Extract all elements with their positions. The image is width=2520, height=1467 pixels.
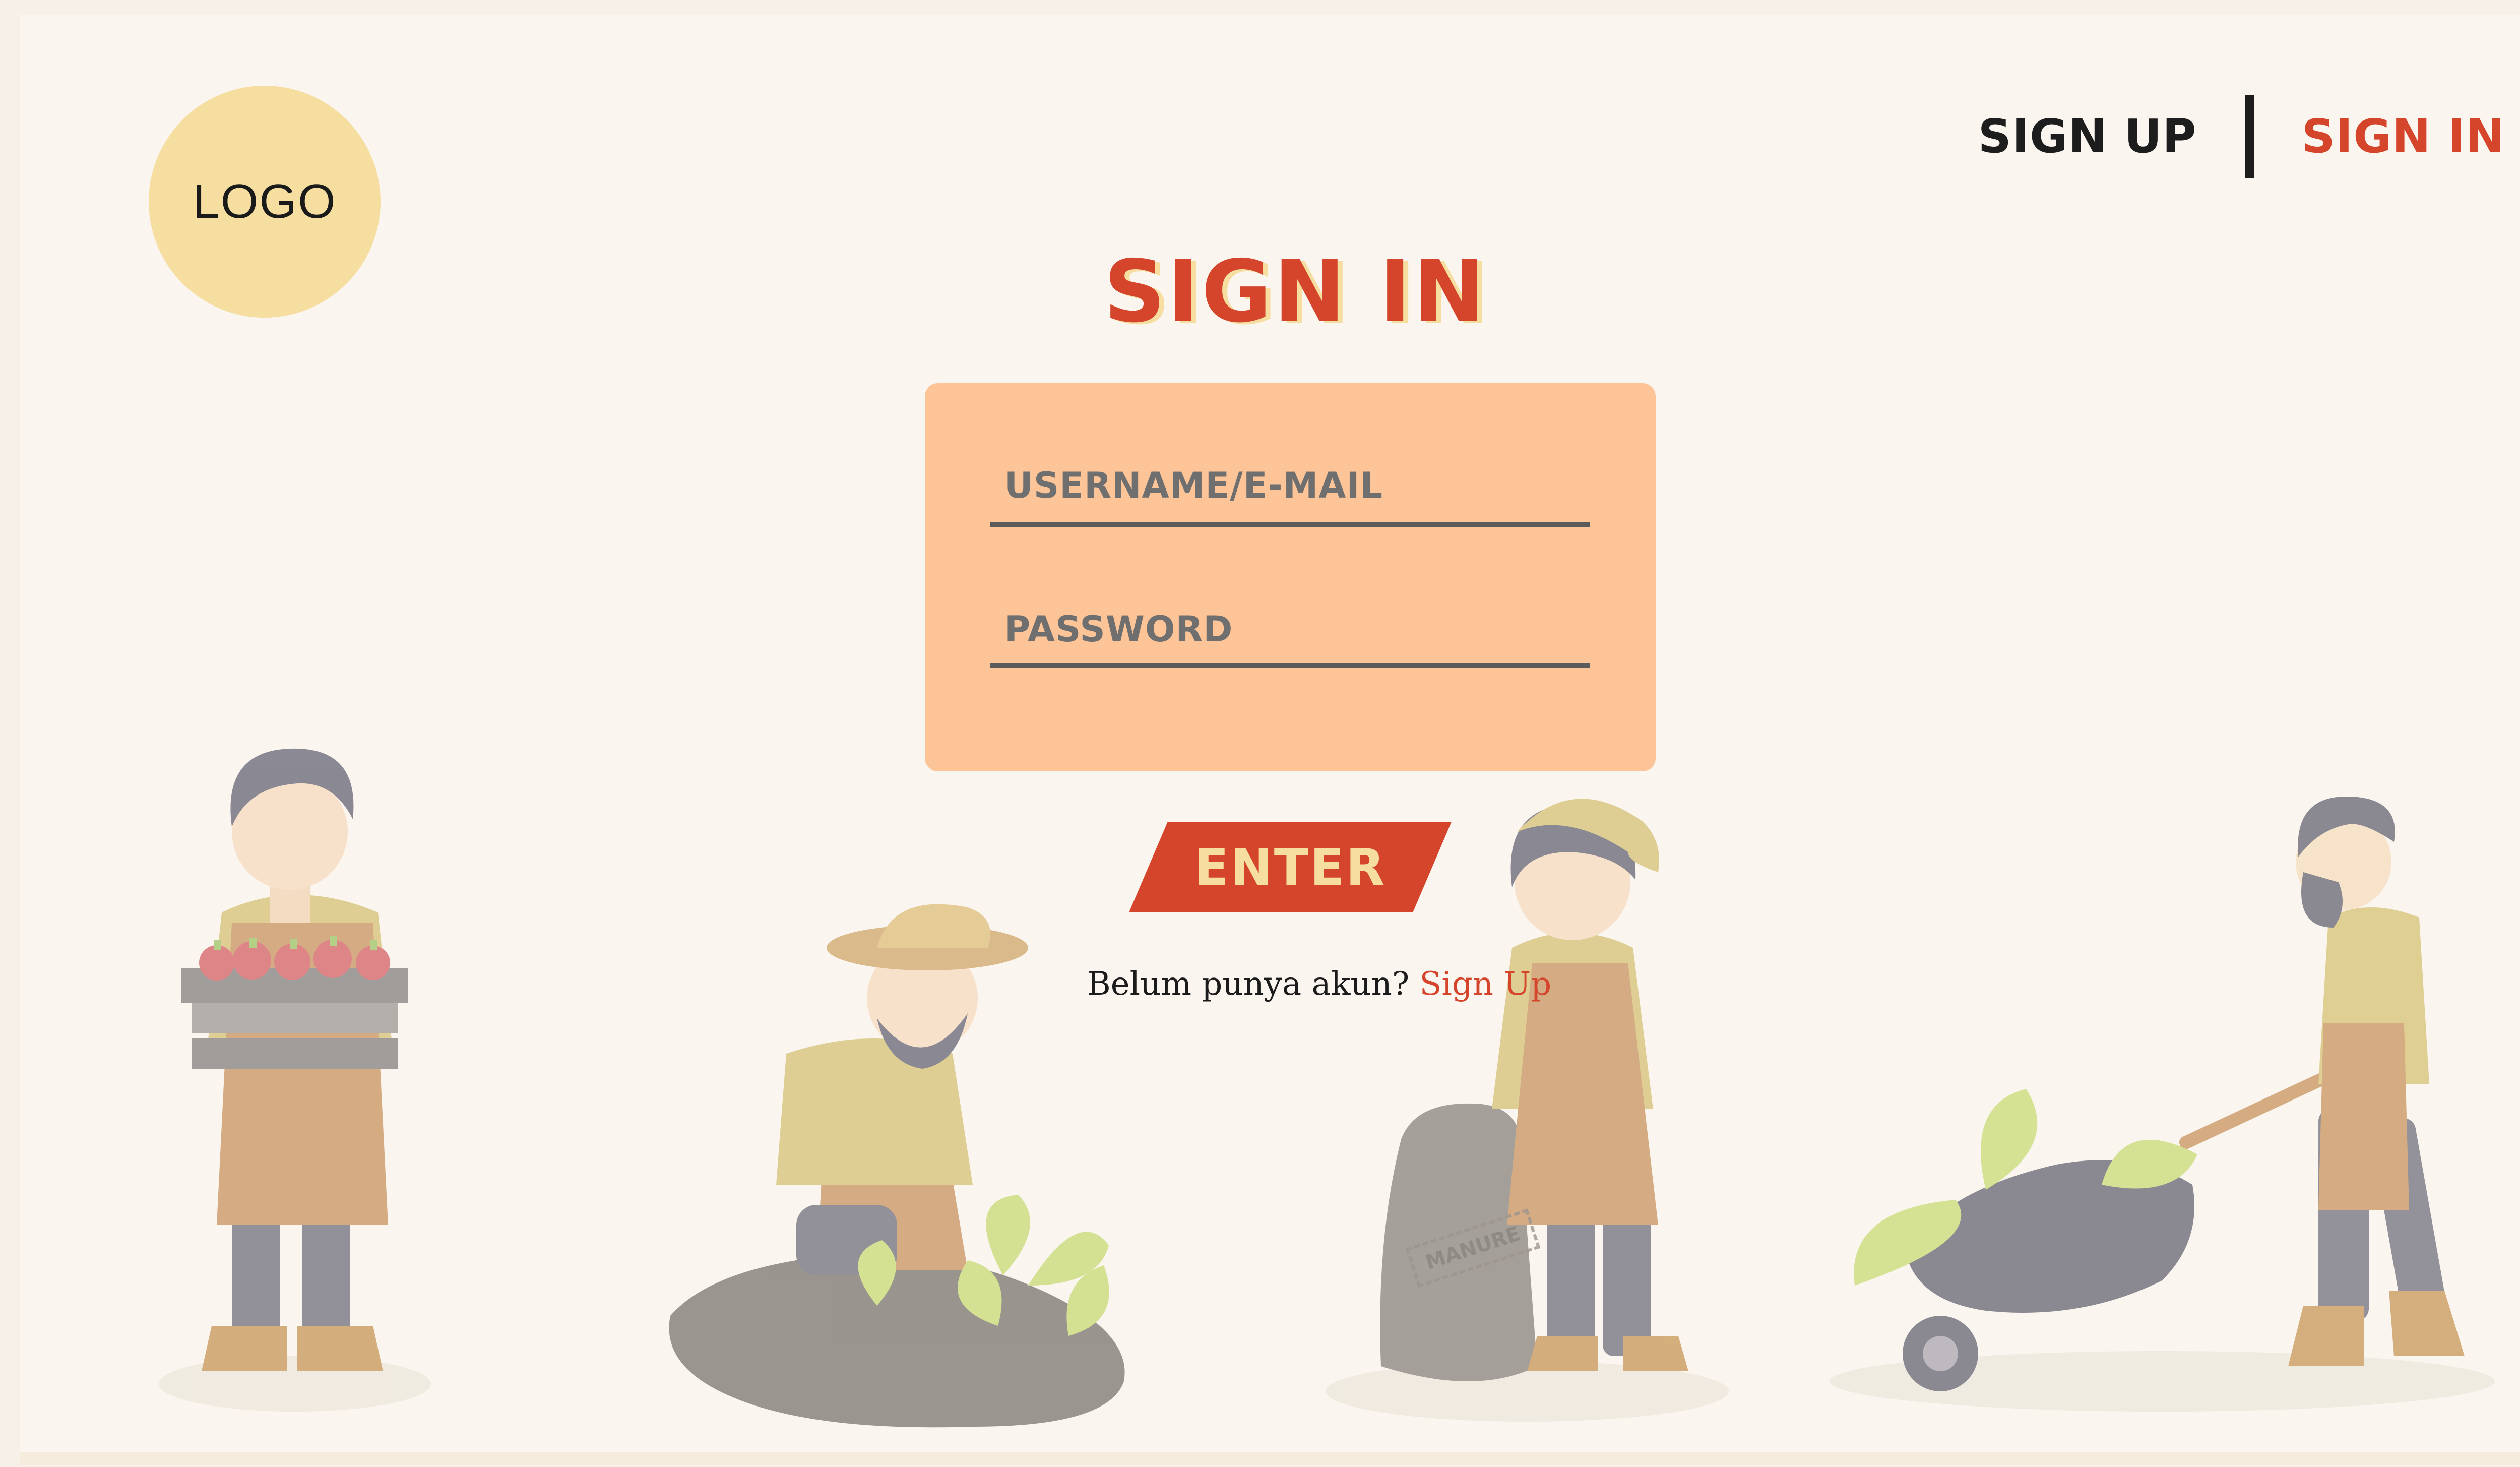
farmer-with-wheelbarrow-illustration [1830, 797, 2495, 1412]
enter-button[interactable]: ENTER [1129, 822, 1452, 912]
farmer-with-crate-illustration [159, 748, 431, 1412]
sign-up-link[interactable]: Sign Up [1419, 965, 1551, 1003]
logo-text: LOGO [193, 174, 337, 228]
nav-sign-in-link[interactable]: SIGN IN [2302, 109, 2505, 163]
nav-sign-up-link[interactable]: SIGN UP [1978, 109, 2197, 163]
page: MANURE LOGO SIGN UP SIGN IN SIGN IN ENTE… [0, 0, 2520, 1467]
sign-up-prompt-text: Belum punya akun? [1087, 965, 1420, 1003]
sign-in-form [925, 383, 1656, 771]
canvas: MANURE LOGO SIGN UP SIGN IN SIGN IN ENTE… [20, 15, 2520, 1465]
username-input[interactable] [990, 459, 1590, 527]
top-nav: SIGN UP SIGN IN [1978, 91, 2505, 181]
password-input[interactable] [990, 605, 1590, 668]
nav-divider [2244, 94, 2254, 178]
page-title: SIGN IN [1103, 242, 1487, 342]
sign-up-prompt: Belum punya akun? Sign Up [58, 965, 2520, 1003]
